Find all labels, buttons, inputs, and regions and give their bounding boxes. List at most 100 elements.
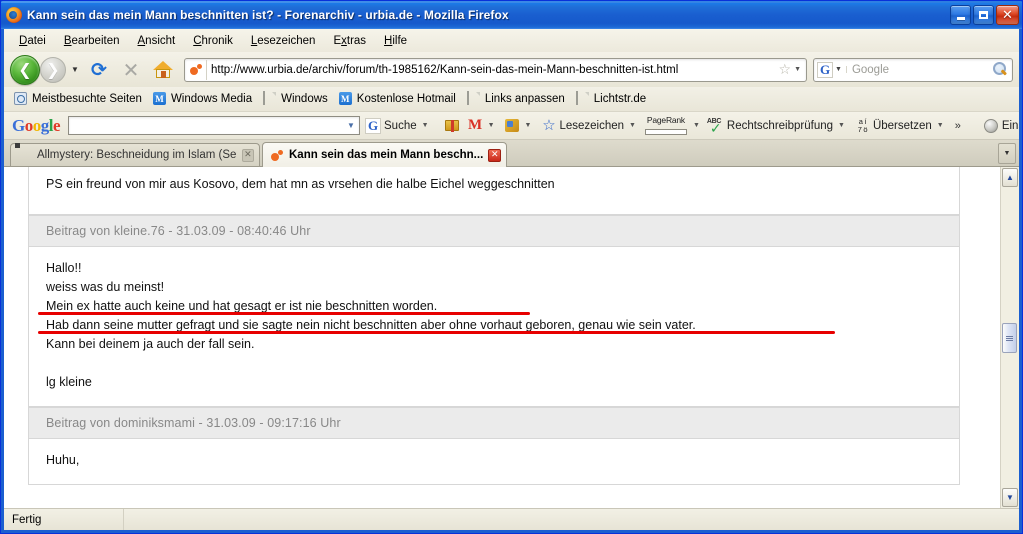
scroll-down-button[interactable]: ▼ xyxy=(1002,488,1018,507)
translate-icon: a í 7 ö xyxy=(857,116,868,134)
scroll-up-button[interactable]: ▲ xyxy=(1002,168,1018,187)
reload-icon: ⟳ xyxy=(91,58,107,81)
menu-ansicht[interactable]: Ansicht xyxy=(129,32,185,50)
bookmark-label: Kostenlose Hotmail xyxy=(356,93,456,105)
bookmark-label: Windows xyxy=(281,93,328,105)
post-line-highlighted: Hab dann seine mutter gefragt und sie sa… xyxy=(38,316,959,335)
google-settings-button[interactable]: Einstellungen ▼ xyxy=(981,116,1019,135)
home-button[interactable] xyxy=(149,56,177,84)
chevron-down-icon[interactable]: ▼ xyxy=(935,122,946,129)
stop-icon: ✕ xyxy=(122,57,140,82)
google-logo: Google xyxy=(12,115,61,135)
tab-close-icon[interactable]: ✕ xyxy=(488,148,502,162)
urbia-favicon-icon xyxy=(270,148,284,162)
google-toolbar-search-input[interactable]: ▼ xyxy=(68,116,361,135)
browser-window: Kann sein das mein Mann beschnitten ist?… xyxy=(0,0,1023,534)
google-news-button[interactable] xyxy=(442,116,463,135)
bookmark-label: Meistbesuchte Seiten xyxy=(32,93,142,105)
google-search-button[interactable]: G Suche ▼ xyxy=(362,116,434,136)
content-area: PS ein freund von mir aus Kosovo, dem ha… xyxy=(4,167,1019,508)
search-input[interactable]: Google xyxy=(852,64,992,76)
scrollbar-track[interactable] xyxy=(1001,188,1019,487)
maximize-button[interactable] xyxy=(973,5,994,25)
reload-button[interactable]: ⟳ xyxy=(85,56,113,84)
chevron-down-icon: ▼ xyxy=(71,65,79,74)
chevron-down-icon: ▼ xyxy=(1006,493,1014,502)
bookmark-meistbesuchte-seiten[interactable]: Meistbesuchte Seiten xyxy=(9,90,147,108)
page-icon xyxy=(466,91,481,106)
forward-button[interactable]: ❯ xyxy=(40,56,66,83)
chevron-down-icon[interactable]: ▼ xyxy=(627,122,638,129)
tab-list-button[interactable]: ▼ xyxy=(998,143,1016,164)
puzzle-icon xyxy=(505,118,520,133)
browser-chrome: DDateiatei Bearbeiten Ansicht Chronik Le… xyxy=(1,29,1022,533)
chevron-down-icon[interactable]: ▼ xyxy=(343,117,359,134)
menu-extras[interactable]: Extras xyxy=(324,32,375,50)
spellcheck-button[interactable]: ABC ✓ Rechtschreibprüfung ▼ xyxy=(704,116,850,137)
minimize-button[interactable] xyxy=(950,5,971,25)
tab-urbia-thread[interactable]: Kann sein das mein Mann beschn... ✕ xyxy=(262,142,508,167)
firefox-icon xyxy=(6,7,22,23)
chevron-down-icon[interactable]: ▼ xyxy=(836,122,847,129)
status-text: Fertig xyxy=(4,509,124,530)
url-dropdown-icon[interactable]: ▼ xyxy=(794,66,803,73)
menu-bar: DDateiatei Bearbeiten Ansicht Chronik Le… xyxy=(4,29,1019,52)
bookmark-lichtstr-de[interactable]: Lichtstr.de xyxy=(571,90,651,108)
stop-button[interactable]: ✕ xyxy=(117,56,145,84)
menu-chronik[interactable]: Chronik xyxy=(184,32,242,50)
post-header: Beitrag von kleine.76 - 31.03.09 - 08:40… xyxy=(29,215,959,247)
bookmark-windows-media[interactable]: M Windows Media xyxy=(148,90,257,108)
search-icon[interactable] xyxy=(992,62,1007,77)
history-dropdown-button[interactable]: ▼ xyxy=(68,55,82,85)
chevron-down-icon[interactable]: ▼ xyxy=(523,122,534,129)
gmail-button[interactable]: M ▼ xyxy=(465,116,500,135)
back-button[interactable]: ❮ xyxy=(10,54,40,85)
menu-lesezeichen[interactable]: Lesezeichen xyxy=(242,32,325,50)
bookmark-star-icon[interactable]: ☆ xyxy=(776,62,795,78)
menu-datei[interactable]: DDateiatei xyxy=(10,32,55,50)
home-icon xyxy=(153,60,173,79)
media-icon: M xyxy=(152,92,167,106)
google-apps-button[interactable]: ▼ xyxy=(502,116,537,135)
window-title: Kann sein das mein Mann beschnitten ist?… xyxy=(27,8,509,22)
google-toolbar: Google ▼ G Suche ▼ M ▼ ▼ ☆ Lesezeichen ▼… xyxy=(4,112,1019,140)
gmail-icon: M xyxy=(467,117,483,133)
post-kleine76: Beitrag von kleine.76 - 31.03.09 - 08:40… xyxy=(28,215,960,407)
tab-close-icon[interactable]: ✕ xyxy=(241,148,254,162)
post-line: Kann bei deinem ja auch der fall sein. xyxy=(46,337,255,351)
chevron-down-icon[interactable]: ▼ xyxy=(486,122,497,129)
site-favicon xyxy=(187,59,207,80)
post-header: Beitrag von dominiksmami - 31.03.09 - 09… xyxy=(29,407,959,439)
search-bar[interactable]: G ▼ Google xyxy=(813,57,1013,82)
tab-label: Allmystery: Beschneidung im Islam (Seit.… xyxy=(37,149,237,161)
pagerank-indicator[interactable]: PageRank xyxy=(643,116,689,135)
google-bookmarks-button[interactable]: ☆ Lesezeichen ▼ xyxy=(538,116,641,135)
close-icon: ✕ xyxy=(1002,7,1013,23)
chevron-down-icon[interactable]: ▼ xyxy=(691,122,702,129)
window-controls: ✕ xyxy=(950,5,1019,25)
bookmark-windows[interactable]: Windows xyxy=(258,90,333,108)
bookmark-kostenlose-hotmail[interactable]: M Kostenlose Hotmail xyxy=(334,90,461,108)
post-line: Hallo!! xyxy=(46,261,82,275)
address-bar[interactable]: http://www.urbia.de/archiv/forum/th-1985… xyxy=(184,57,807,82)
chevron-down-icon[interactable]: ▼ xyxy=(420,122,431,129)
menu-hilfe[interactable]: Hilfe xyxy=(375,32,416,50)
scrollbar-thumb[interactable] xyxy=(1002,323,1017,353)
search-engine-dropdown-icon[interactable]: ▼ xyxy=(833,66,847,73)
chevron-down-icon: ▼ xyxy=(1003,150,1011,157)
url-text: http://www.urbia.de/archiv/forum/th-1985… xyxy=(211,63,679,76)
spellcheck-icon: ABC ✓ xyxy=(706,118,722,137)
history-folder-icon xyxy=(14,92,28,106)
translate-button[interactable]: a í 7 ö Übersetzen ▼ xyxy=(852,116,949,136)
tab-label: Kann sein das mein Mann beschn... xyxy=(289,149,484,161)
menu-bearbeiten[interactable]: Bearbeiten xyxy=(55,32,129,50)
close-button[interactable]: ✕ xyxy=(996,5,1019,25)
vertical-scrollbar[interactable]: ▲ ▼ xyxy=(1000,167,1019,508)
toolbar-overflow-button[interactable]: » xyxy=(951,120,965,132)
title-bar: Kann sein das mein Mann beschnitten ist?… xyxy=(1,1,1022,29)
post-line: weiss was du meinst! xyxy=(46,280,165,294)
allmystery-favicon-icon xyxy=(18,148,32,162)
tab-allmystery[interactable]: Allmystery: Beschneidung im Islam (Seit.… xyxy=(10,143,260,166)
bookmark-links-anpassen[interactable]: Links anpassen xyxy=(462,90,570,108)
red-underline-annotation xyxy=(38,331,835,334)
